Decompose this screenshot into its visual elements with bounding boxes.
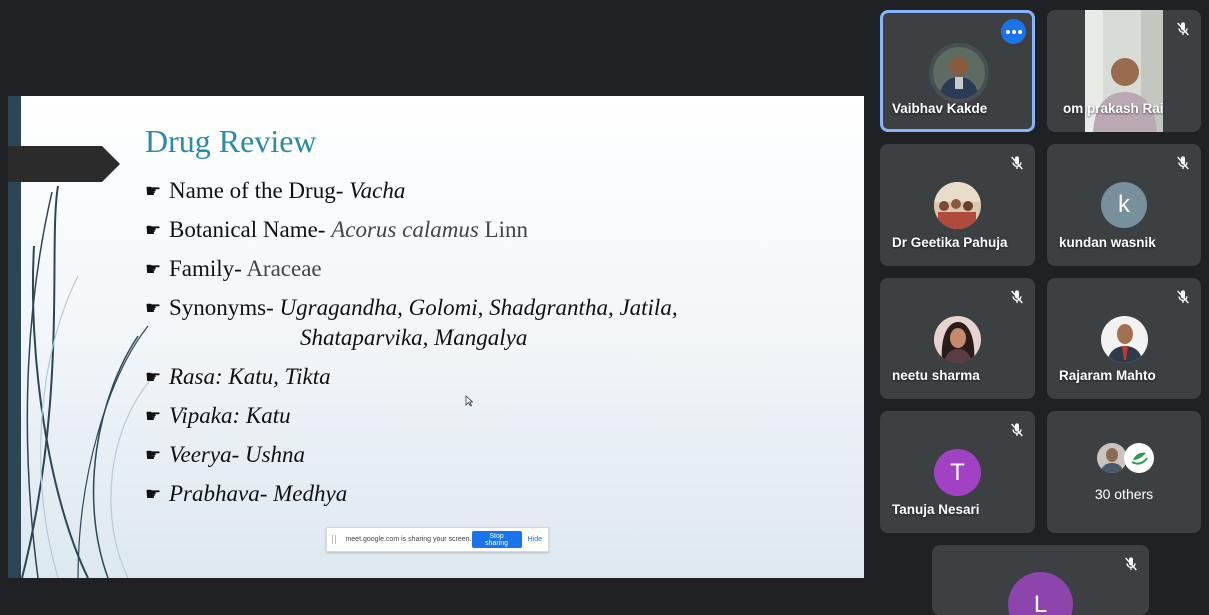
participant-tile-geetika-pahuja[interactable]: Dr Geetika Pahuja	[880, 144, 1035, 266]
participant-tile-kundan-wasnik[interactable]: k kundan wasnik	[1047, 144, 1201, 266]
avatar	[934, 316, 981, 363]
avatar	[1124, 443, 1154, 473]
bullet-vipaka: ☛ Vipaka: Katu	[145, 401, 678, 431]
participant-name: kundan wasnik	[1059, 235, 1156, 250]
pointing-hand-icon: ☛	[145, 484, 162, 504]
participant-tile-rajaram-mahto[interactable]: Rajaram Mahto	[1047, 278, 1201, 399]
pointing-hand-icon: ☛	[145, 298, 162, 318]
participant-tile-vaibhav-kakde[interactable]: Vaibhav Kakde	[880, 10, 1035, 132]
mic-off-icon	[1177, 290, 1189, 304]
slide-arrow-shape	[8, 146, 120, 182]
dot-icon	[1011, 29, 1016, 34]
participant-name: Vaibhav Kakde	[892, 101, 988, 116]
mic-off-icon	[1011, 423, 1023, 437]
more-options-button[interactable]	[1001, 19, 1026, 44]
bullet-rasa: ☛ Rasa: Katu, Tikta	[145, 362, 678, 392]
pointing-hand-icon: ☛	[145, 445, 162, 465]
mouse-cursor-icon	[465, 395, 473, 407]
dot-icon	[1017, 29, 1022, 34]
bullet-drug-name: ☛ Name of the Drug- Vacha	[145, 176, 678, 206]
pointing-hand-icon: ☛	[145, 181, 162, 201]
participant-name: Rajaram Mahto	[1059, 368, 1156, 383]
bullet-family: ☛ Family- Araceae	[145, 254, 678, 284]
participant-tile-om-prakash-rai[interactable]: om prakash Rai	[1047, 10, 1201, 132]
avatar	[933, 47, 985, 99]
pointing-hand-icon: ☛	[145, 367, 162, 387]
bullet-veerya: ☛ Veerya- Ushna	[145, 440, 678, 470]
bullet-botanical-name: ☛ Botanical Name- Acorus calamus Linn	[145, 215, 678, 245]
mic-off-icon	[1177, 156, 1189, 170]
avatar: L	[1008, 572, 1073, 615]
mic-off-icon	[1125, 557, 1137, 571]
drag-handle-icon[interactable]	[332, 535, 337, 544]
participant-name: Dr Geetika Pahuja	[892, 235, 1008, 250]
participant-tile-neetu-sharma[interactable]: neetu sharma	[880, 278, 1035, 399]
slide-bullet-list: ☛ Name of the Drug- Vacha ☛ Botanical Na…	[145, 176, 678, 518]
participant-name: om prakash Rai	[1063, 101, 1164, 116]
mic-off-icon	[1011, 156, 1023, 170]
participant-tile-partial[interactable]: L	[932, 545, 1149, 615]
avatar	[1097, 443, 1127, 473]
mic-off-icon	[1011, 290, 1023, 304]
avatar	[934, 182, 981, 229]
avatar	[1101, 316, 1148, 363]
sharing-message: meet.google.com is sharing your screen.	[345, 536, 472, 543]
hide-sharing-bar-link[interactable]: Hide	[528, 536, 542, 543]
avatar: T	[934, 449, 981, 496]
bullet-prabhava: ☛ Prabhava- Medhya	[145, 479, 678, 509]
participant-tile-tanuja-nesari[interactable]: T Tanuja Nesari	[880, 411, 1035, 533]
bullet-synonyms: ☛ Synonyms- Ugragandha, Golomi, Shadgran…	[145, 295, 678, 350]
avatar: k	[1101, 182, 1147, 228]
others-tile[interactable]: 30 others	[1047, 411, 1201, 533]
slide-title: Drug Review	[145, 123, 317, 159]
dot-icon	[1005, 29, 1010, 34]
participant-name: neetu sharma	[892, 368, 980, 383]
pointing-hand-icon: ☛	[145, 220, 162, 240]
pointing-hand-icon: ☛	[145, 259, 162, 279]
participant-name: Tanuja Nesari	[892, 502, 980, 517]
stop-sharing-button[interactable]: Stop sharing	[471, 531, 522, 548]
screen-sharing-bar: meet.google.com is sharing your screen. …	[326, 527, 549, 552]
mic-off-icon	[1177, 22, 1189, 36]
pointing-hand-icon: ☛	[145, 406, 162, 426]
others-count: 30 others	[1094, 486, 1154, 502]
shared-screen-slide: Drug Review ☛ Name of the Drug- Vacha ☛ …	[8, 96, 864, 578]
